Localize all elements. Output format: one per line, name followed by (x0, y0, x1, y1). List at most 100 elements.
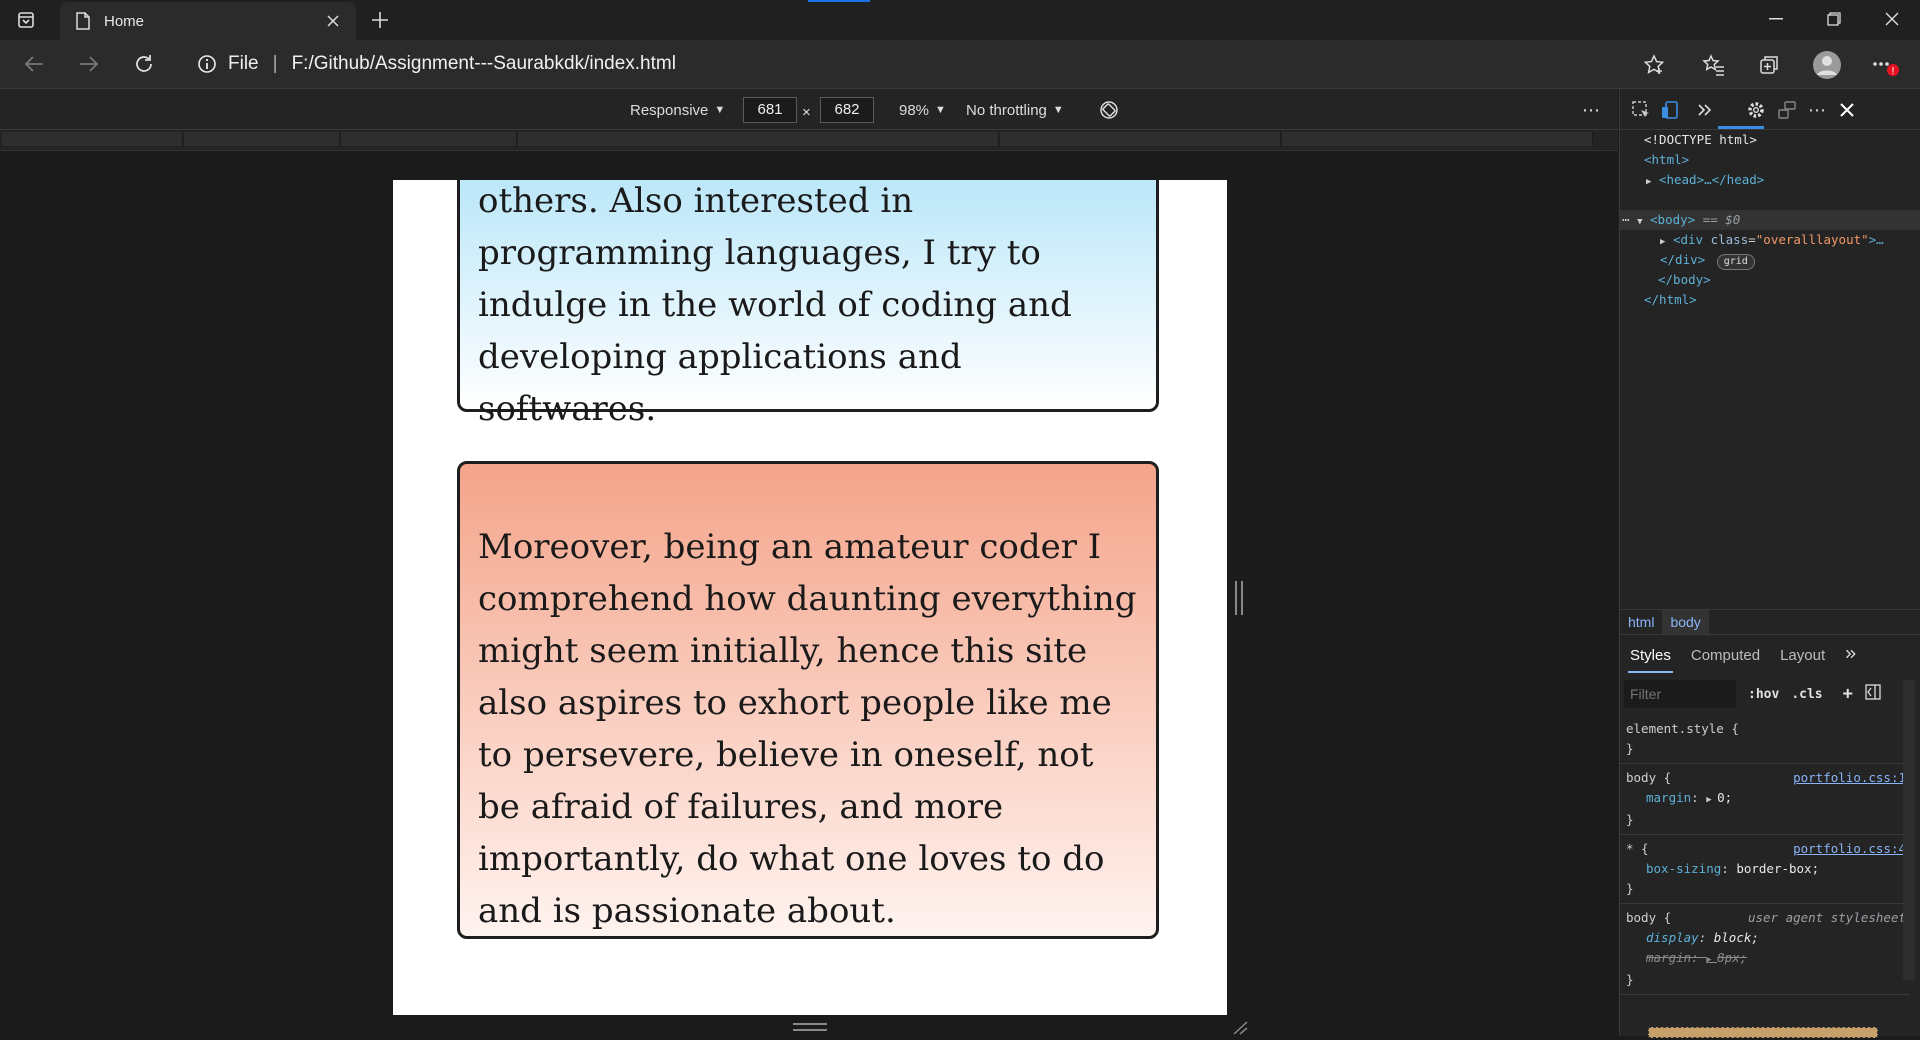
tree-body-node[interactable]: ⋯ ▼ <body> == $0 (1622, 210, 1740, 232)
chevron-down-icon: ▼ (1052, 104, 1064, 116)
new-tab-icon[interactable] (366, 6, 394, 34)
tab-title: Home (104, 12, 145, 30)
active-tab-indicator (1718, 126, 1764, 129)
tree-div-node[interactable]: ▶ <div class="overalllayout">… (1660, 230, 1884, 252)
emulated-page[interactable]: others. Also interested in programming l… (393, 180, 1227, 1015)
style-rule-body[interactable]: body { portfolio.css:1 margin: ▶ 0; } (1620, 764, 1910, 835)
url-text[interactable]: F:/Github/Assignment---Saurabkdk/index.h… (292, 53, 676, 75)
style-rule-element[interactable]: element.style { } (1620, 715, 1910, 764)
tree-div-attr-value: "overalllayout" (1755, 232, 1869, 247)
style-rule-user-agent[interactable]: body { user agent stylesheet display: bl… (1620, 904, 1910, 995)
media-query-ruler (0, 130, 1618, 151)
toggle-sidebar-icon[interactable] (1865, 684, 1881, 704)
media-query-bar[interactable] (1282, 132, 1593, 146)
close-devtools-icon[interactable] (1834, 97, 1860, 123)
more-subtabs-icon[interactable] (1835, 639, 1867, 673)
breadcrumb-html[interactable]: html (1620, 610, 1662, 634)
hover-state-toggle[interactable]: :hov (1748, 687, 1779, 702)
expand-triangle-icon[interactable]: ▶ (1660, 237, 1665, 247)
add-favorite-icon[interactable] (1637, 48, 1671, 82)
styles-scrollbar[interactable] (1903, 680, 1915, 980)
breadcrumb-body[interactable]: body (1662, 610, 1709, 634)
tab-actions-menu-icon[interactable] (14, 8, 38, 32)
elements-tree[interactable]: <!DOCTYPE html> <html> ▶ <head>…</head> … (1620, 130, 1920, 690)
more-tabs-icon[interactable] (1692, 97, 1718, 123)
browser-tab-home[interactable]: Home (60, 2, 356, 40)
rule-source-label: user agent stylesheet (1747, 910, 1906, 925)
rotate-icon[interactable] (1099, 99, 1119, 121)
devtools-toolbar: ⋯ (1620, 89, 1920, 130)
node-actions-icon[interactable]: ⋯ (1622, 212, 1630, 227)
rule-source-link[interactable]: portfolio.css:4 (1793, 839, 1906, 859)
throttling-select[interactable]: No throttling ▼ (966, 99, 1064, 121)
tree-doctype[interactable]: <!DOCTYPE html> (1644, 130, 1757, 150)
minimize-icon[interactable] (1748, 0, 1804, 38)
media-query-bar[interactable] (1000, 132, 1281, 146)
media-query-bar[interactable] (341, 132, 517, 146)
resize-corner-icon[interactable] (1232, 1021, 1248, 1035)
close-window-icon[interactable] (1864, 0, 1920, 38)
resize-width-handle[interactable] (1235, 581, 1243, 615)
expand-triangle-icon[interactable]: ▶ (1646, 177, 1651, 187)
resize-height-handle[interactable] (793, 1023, 827, 1031)
viewport-height-input[interactable]: 682 (820, 97, 874, 123)
connect-device-icon[interactable] (1774, 97, 1800, 123)
tree-head-node[interactable]: ▶ <head>…</head> (1646, 170, 1764, 192)
tree-html-close[interactable]: </html> (1644, 290, 1697, 310)
zoom-select[interactable]: 98% ▼ (899, 99, 946, 121)
tab-layout[interactable]: Layout (1770, 639, 1835, 673)
media-query-bar[interactable] (518, 132, 999, 146)
tab-computed[interactable]: Computed (1681, 639, 1770, 673)
new-style-rule-icon[interactable]: + (1843, 684, 1853, 704)
style-rule-universal[interactable]: * { portfolio.css:4 box-sizing: border-b… (1620, 835, 1910, 904)
restore-icon[interactable] (1806, 0, 1862, 38)
styles-subtabs: Styles Computed Layout (1620, 639, 1920, 673)
property-name: display (1646, 930, 1699, 945)
device-mode-label: Responsive (630, 101, 709, 119)
device-toolbar-more-icon[interactable]: ⋯ (1582, 99, 1600, 121)
collapse-triangle-icon[interactable]: ▼ (1637, 217, 1642, 227)
grid-badge[interactable]: grid (1716, 254, 1755, 270)
style-property-overridden[interactable]: margin: ▶ 8px; (1626, 948, 1904, 970)
styles-filter-input[interactable] (1624, 680, 1736, 708)
rule-selector: element.style { (1626, 721, 1739, 736)
media-query-bar[interactable] (184, 132, 340, 146)
customize-devtools-icon[interactable]: ⋯ (1804, 97, 1830, 123)
style-property[interactable]: display: block; (1626, 928, 1904, 948)
device-mode-select[interactable]: Responsive ▼ (630, 99, 725, 121)
devtools-panel: ⋯ <!DOCTYPE html> <html> ▶ <head>…</head… (1619, 89, 1920, 1036)
styles-pane[interactable]: element.style { } body { portfolio.css:1… (1620, 715, 1910, 1015)
tab-styles[interactable]: Styles (1620, 639, 1681, 673)
profile-avatar-icon[interactable] (1810, 48, 1844, 82)
collections-icon[interactable] (1752, 48, 1786, 82)
tree-html-open[interactable]: <html> (1644, 150, 1689, 170)
class-toggle[interactable]: .cls (1791, 687, 1822, 702)
close-tab-icon[interactable] (320, 8, 346, 34)
address-bar[interactable]: File | F:/Github/Assignment---Saurabkdk/… (182, 46, 1642, 82)
device-emulation-icon[interactable] (1657, 97, 1683, 123)
about-card-text: Moreover, being an amateur coder I compr… (478, 527, 1137, 931)
style-property[interactable]: margin: ▶ 0; (1626, 788, 1904, 810)
tree-div-close-line[interactable]: </div> grid (1660, 250, 1755, 270)
about-card-blue: others. Also interested in programming l… (457, 180, 1159, 429)
property-value: border-box; (1736, 861, 1820, 876)
tree-body-close[interactable]: </body> (1658, 270, 1711, 290)
browser-titlebar: Home (0, 0, 1920, 40)
forward-icon[interactable] (73, 48, 105, 80)
viewport-width-input[interactable]: 681 (743, 97, 797, 123)
settings-and-more-icon[interactable]: ! (1868, 48, 1902, 82)
expand-triangle-icon: ▶ (1706, 955, 1718, 965)
inspect-element-icon[interactable] (1628, 97, 1654, 123)
rule-close: } (1626, 812, 1634, 827)
info-icon[interactable] (196, 53, 218, 75)
refresh-icon[interactable] (128, 48, 160, 80)
gear-icon[interactable] (1743, 97, 1769, 123)
expand-triangle-icon[interactable]: ▶ (1706, 795, 1717, 805)
style-property[interactable]: box-sizing: border-box; (1626, 859, 1904, 879)
back-icon[interactable] (18, 48, 50, 80)
favorites-icon[interactable] (1697, 48, 1731, 82)
rule-close: } (1626, 741, 1634, 756)
rule-source-link[interactable]: portfolio.css:1 (1793, 768, 1906, 788)
media-query-bar[interactable] (2, 132, 183, 146)
tree-div-attr-name: class (1710, 232, 1749, 247)
